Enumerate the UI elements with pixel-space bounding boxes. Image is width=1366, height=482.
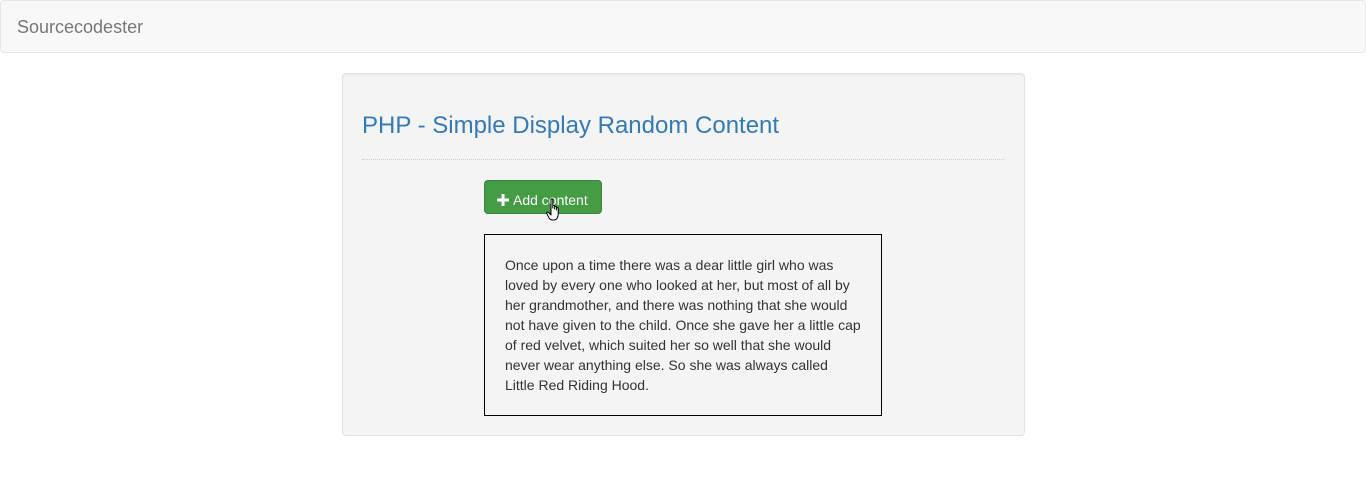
navbar: Sourcecodester: [0, 0, 1366, 53]
add-content-button[interactable]: Add content: [484, 180, 602, 214]
random-content-text: Once upon a time there was a dear little…: [505, 257, 861, 393]
title-divider: [362, 159, 1004, 160]
random-content-box: Once upon a time there was a dear little…: [484, 234, 882, 416]
add-content-label: Add content: [513, 192, 588, 208]
brand-link[interactable]: Sourcecodester: [17, 17, 143, 37]
content-panel: PHP - Simple Display Random Content Add …: [342, 73, 1025, 436]
plus-icon: [497, 191, 509, 206]
page-title: PHP - Simple Display Random Content: [362, 112, 780, 139]
